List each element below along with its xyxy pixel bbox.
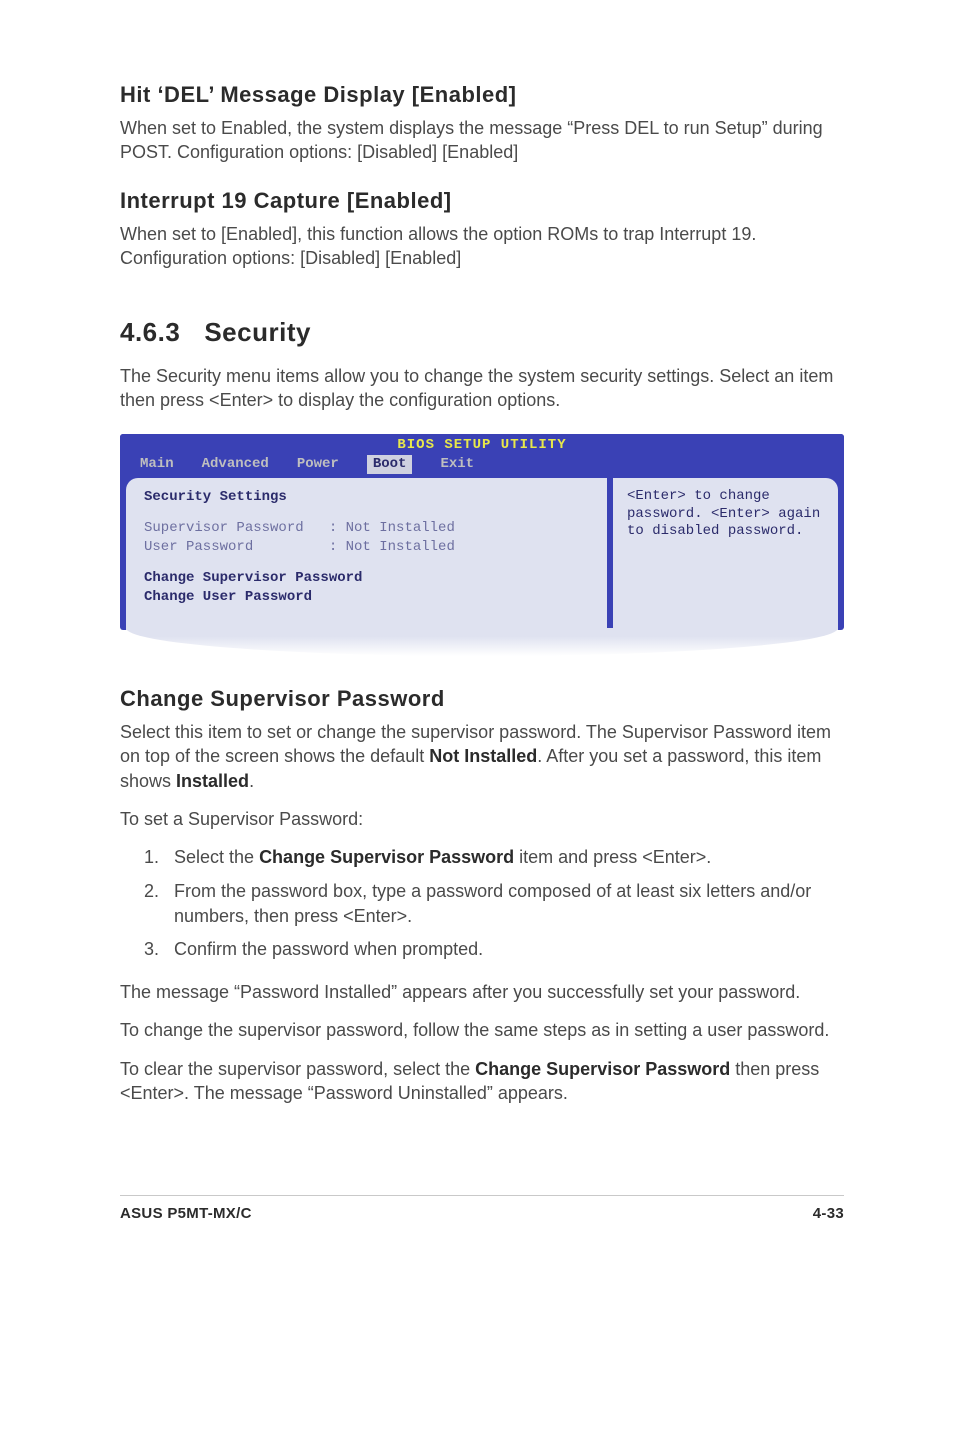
footer-page-number: 4-33 — [813, 1204, 844, 1224]
bios-screenshot: BIOS SETUP UTILITY Main Advanced Power B… — [120, 434, 844, 656]
section-number: 4.6.3 — [120, 315, 180, 350]
csp-paragraph-clear: To clear the supervisor password, select… — [120, 1057, 844, 1106]
footer-product: ASUS P5MT-MX/C — [120, 1204, 252, 1224]
csp-p1-bold-not-installed: Not Installed — [429, 746, 537, 766]
heading-interrupt-19: Interrupt 19 Capture [Enabled] — [120, 186, 844, 216]
heading-security: 4.6.3 Security — [120, 315, 844, 350]
text-security-intro: The Security menu items allow you to cha… — [120, 364, 844, 413]
bios-tab-power: Power — [297, 455, 339, 474]
csp-p1-bold-installed: Installed — [176, 771, 249, 791]
step-3-text: Confirm the password when prompted. — [174, 939, 483, 959]
steps-list: Select the Change Supervisor Password it… — [120, 845, 844, 962]
step-1: Select the Change Supervisor Password it… — [164, 845, 844, 870]
bios-change-user-password: Change User Password — [144, 588, 589, 607]
bios-tab-exit: Exit — [440, 455, 474, 474]
step-1-post: item and press <Enter>. — [514, 847, 711, 867]
bios-title: BIOS SETUP UTILITY — [120, 434, 844, 455]
bios-main-panel: Security Settings Supervisor Password : … — [126, 478, 607, 630]
bios-tab-advanced: Advanced — [202, 455, 269, 474]
page-footer: ASUS P5MT-MX/C 4-33 — [120, 1195, 844, 1224]
section-title: Security — [204, 317, 311, 347]
bios-tab-bar: Main Advanced Power Boot Exit — [120, 455, 844, 478]
bios-user-status: User Password : Not Installed — [144, 538, 589, 557]
bios-supervisor-status: Supervisor Password : Not Installed — [144, 519, 589, 538]
bios-tab-main: Main — [140, 455, 174, 474]
step-2: From the password box, type a password c… — [164, 879, 844, 929]
step-1-bold: Change Supervisor Password — [259, 847, 514, 867]
csp-paragraph-change: To change the supervisor password, follo… — [120, 1018, 844, 1042]
bios-security-settings-heading: Security Settings — [144, 488, 589, 507]
step-2-text: From the password box, type a password c… — [174, 881, 811, 926]
text-hit-del: When set to Enabled, the system displays… — [120, 116, 844, 165]
bios-help-text: <Enter> to change password. <Enter> agai… — [627, 488, 824, 541]
csp-paragraph-1: Select this item to set or change the su… — [120, 720, 844, 793]
heading-change-supervisor-password: Change Supervisor Password — [120, 684, 844, 714]
bios-help-panel: <Enter> to change password. <Enter> agai… — [613, 478, 838, 630]
text-interrupt-19: When set to [Enabled], this function all… — [120, 222, 844, 271]
bios-tab-boot: Boot — [367, 455, 413, 474]
csp-paragraph-installed: The message “Password Installed” appears… — [120, 980, 844, 1004]
heading-hit-del: Hit ‘DEL’ Message Display [Enabled] — [120, 80, 844, 110]
bios-curve-decoration — [126, 628, 838, 656]
csp-p1-e: . — [249, 771, 254, 791]
csp-p5-bold: Change Supervisor Password — [475, 1059, 730, 1079]
step-3: Confirm the password when prompted. — [164, 937, 844, 962]
step-1-pre: Select the — [174, 847, 259, 867]
csp-to-set: To set a Supervisor Password: — [120, 807, 844, 831]
csp-p5-a: To clear the supervisor password, select… — [120, 1059, 475, 1079]
bios-change-supervisor-password: Change Supervisor Password — [144, 569, 589, 588]
